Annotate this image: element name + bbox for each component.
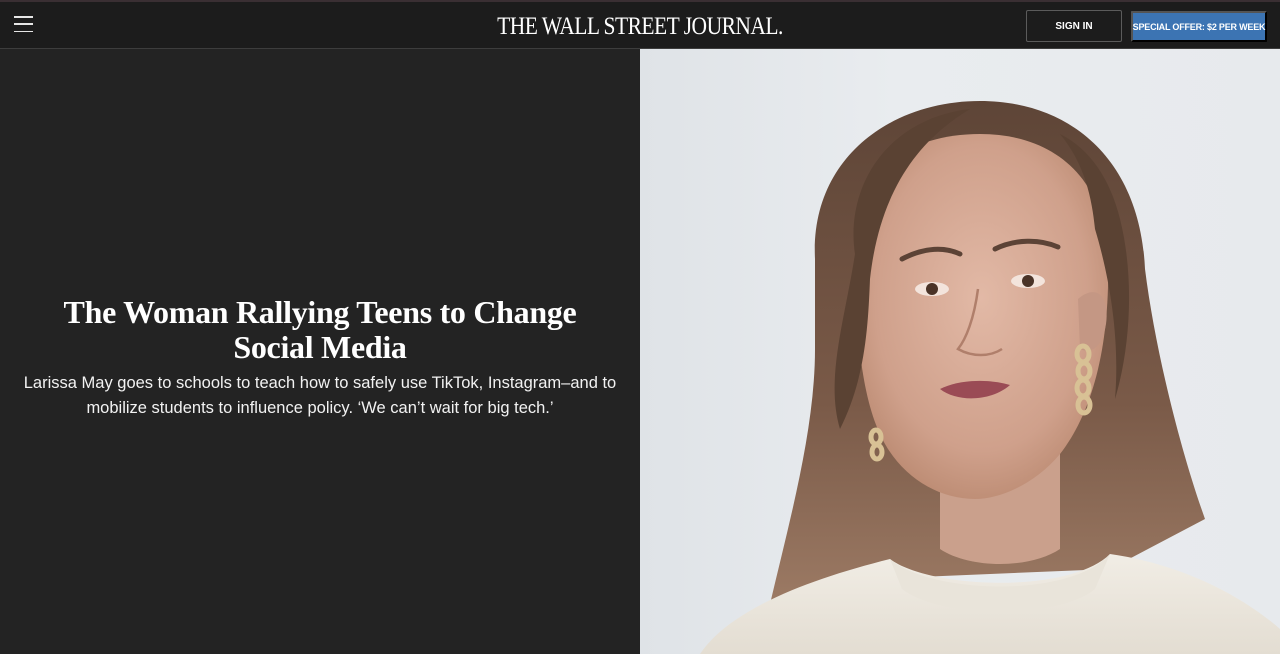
hamburger-menu-icon[interactable] xyxy=(14,16,33,32)
article-dek: Larissa May goes to schools to teach how… xyxy=(23,374,617,417)
special-offer-button[interactable]: SPECIAL OFFER: $2 PER WEEK xyxy=(1131,11,1267,42)
article-headline: The Woman Rallying Teens to Change Socia… xyxy=(63,294,577,365)
sign-in-button[interactable]: SIGN IN xyxy=(1026,10,1122,42)
top-navigation-bar: THE WALL STREET JOURNAL. SIGN IN SPECIAL… xyxy=(0,0,1280,49)
portrait-illustration xyxy=(700,101,1280,654)
hero-portrait-image xyxy=(640,49,1280,654)
article-intro-panel: The Woman Rallying Teens to Change Socia… xyxy=(0,49,640,654)
